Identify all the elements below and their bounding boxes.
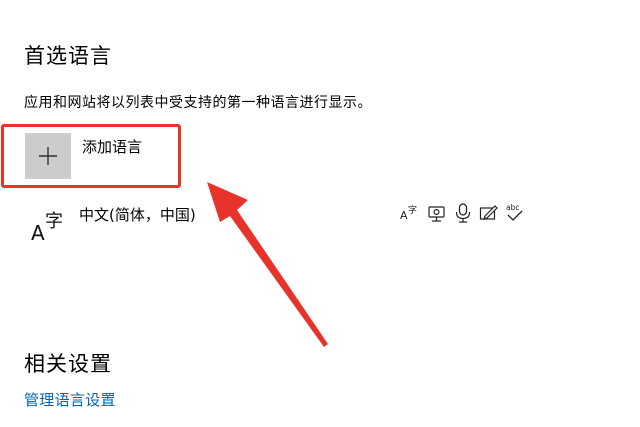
speech-recognition-icon bbox=[428, 206, 445, 222]
glyph-letter: A bbox=[31, 221, 45, 244]
handwriting-icon bbox=[479, 205, 498, 220]
svg-text:abc: abc bbox=[506, 203, 519, 212]
glyph-character: 字 bbox=[45, 211, 63, 232]
language-item-chinese[interactable]: A 字 中文(简体，中国) A 字 abc bbox=[25, 196, 535, 250]
svg-text:A: A bbox=[400, 209, 408, 222]
display-language-icon: A 字 bbox=[400, 204, 417, 222]
language-name: 中文(简体，中国) bbox=[79, 206, 196, 224]
language-glyph-icon: A 字 bbox=[31, 211, 63, 244]
preferred-languages-description: 应用和网站将以列表中受支持的第一种语言进行显示。 bbox=[24, 95, 372, 111]
microphone-icon bbox=[455, 203, 471, 223]
manage-language-settings-link[interactable]: 管理语言设置 bbox=[24, 389, 116, 411]
highlight-rectangle bbox=[1, 124, 181, 188]
related-settings-title: 相关设置 bbox=[24, 352, 112, 376]
spellcheck-icon: abc bbox=[506, 203, 523, 221]
preferred-languages-title: 首选语言 bbox=[24, 44, 112, 68]
svg-text:字: 字 bbox=[408, 204, 417, 216]
